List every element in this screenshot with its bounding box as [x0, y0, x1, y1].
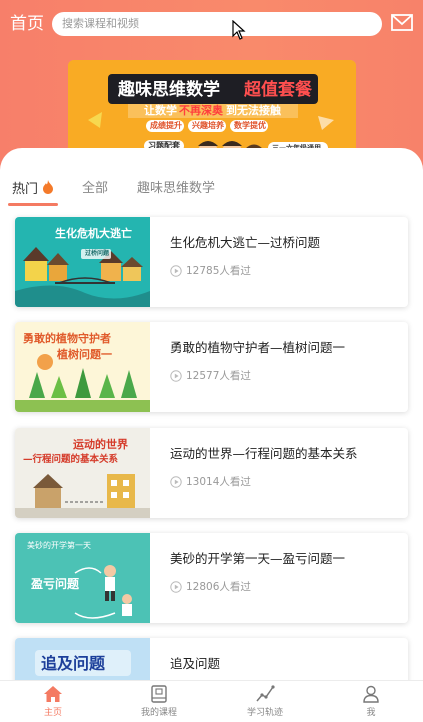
tab-hot[interactable]: 热门	[12, 180, 54, 199]
banner-pill-2: 兴趣培养	[192, 121, 224, 130]
search-placeholder: 搜索课程和视频	[62, 17, 139, 30]
thumb-title: 美砂的开学第一天	[27, 541, 91, 550]
banner-subtitle-b: 不再深奥	[179, 104, 223, 117]
thumb-title: 生化危机大逃亡	[55, 227, 132, 240]
page-title: 首页	[10, 14, 44, 34]
play-icon	[170, 581, 182, 593]
tabbar-label: 我的课程	[140, 708, 177, 718]
tab-all[interactable]: 全部	[82, 180, 108, 198]
course-card[interactable]: 美砂的开学第一天 盈亏问题 美砂的开学第一天—盈亏问题一 12806人看过	[15, 533, 408, 623]
tabbar-item-learning-track[interactable]: 学习轨迹	[212, 681, 318, 722]
course-card[interactable]: 生化危机大逃亡 过桥问题 生化危机大逃亡—过桥问题 12785人看过	[15, 217, 408, 307]
banner-badge: 超值套餐	[244, 80, 312, 100]
thumb-subtitle: —行程问题的基本关系	[23, 454, 119, 465]
thumb-title: 运动的世界	[73, 438, 128, 451]
mail-icon[interactable]	[390, 12, 414, 34]
top-bar: 首页 搜索课程和视频	[0, 0, 423, 48]
tab-active-indicator	[8, 203, 58, 206]
bottom-tab-bar: 主页 我的课程 学习轨迹 我	[0, 680, 423, 722]
banner-pill-3: 数学提优	[234, 121, 266, 130]
tabbar-item-home[interactable]: 主页	[0, 681, 106, 722]
view-count-text: 12806人看过	[186, 581, 251, 593]
course-card[interactable]: 勇敢的植物守护者 植树问题一 勇敢的植物守护者—植树问题一 12577人看过	[15, 322, 408, 412]
play-icon	[170, 476, 182, 488]
category-tabs: 热门 全部 趣味思维数学	[0, 176, 423, 206]
course-title: 追及问题	[170, 656, 221, 671]
course-card[interactable]: 运动的世界 —行程问题的基本关系 运动的世界—行程问题的基本关系 13014人看…	[15, 428, 408, 518]
trend-icon	[256, 685, 275, 702]
tabbar-label: 主页	[43, 708, 62, 718]
user-icon	[363, 685, 379, 703]
thumb-title: 勇敢的植物守护者	[23, 332, 111, 345]
thumb-subtitle: 盈亏问题	[31, 577, 80, 591]
banner-pill-1: 成绩提升	[150, 121, 182, 130]
banner-title: 趣味思维数学	[118, 80, 220, 100]
tab-fun-math[interactable]: 趣味思维数学	[137, 180, 215, 198]
tabbar-item-my-courses[interactable]: 我的课程	[106, 681, 212, 722]
play-icon	[170, 265, 182, 277]
course-title: 运动的世界—行程问题的基本关系	[170, 446, 358, 461]
course-thumbnail: 运动的世界 —行程问题的基本关系	[15, 428, 150, 518]
course-title: 勇敢的植物守护者—植树问题一	[170, 340, 346, 355]
course-title: 美砂的开学第一天—盈亏问题一	[170, 551, 346, 566]
tabbar-label: 我	[366, 708, 376, 718]
view-count-text: 13014人看过	[186, 476, 251, 488]
book-icon	[151, 685, 167, 703]
home-icon	[44, 686, 62, 702]
mouse-cursor-icon	[232, 20, 246, 40]
thumb-subtitle: 过桥问题	[85, 250, 110, 257]
tab-hot-label: 热门	[12, 182, 39, 197]
course-thumbnail: 美砂的开学第一天 盈亏问题	[15, 533, 150, 623]
course-title: 生化危机大逃亡—过桥问题	[170, 235, 321, 250]
thumb-title: 追及问题	[41, 654, 106, 673]
play-icon	[170, 370, 182, 382]
thumb-subtitle: 植树问题一	[57, 348, 112, 361]
fire-icon	[43, 180, 54, 194]
course-thumbnail: 生化危机大逃亡 过桥问题	[15, 217, 150, 307]
view-count-text: 12577人看过	[186, 370, 251, 382]
course-thumbnail: 勇敢的植物守护者 植树问题一	[15, 322, 150, 412]
search-input[interactable]: 搜索课程和视频	[52, 12, 382, 36]
tabbar-item-me[interactable]: 我	[318, 681, 423, 722]
banner-subtitle-a: 让数学	[144, 104, 177, 117]
tabbar-label: 学习轨迹	[246, 708, 283, 718]
view-count-text: 12785人看过	[186, 265, 251, 277]
banner-subtitle-c: 到无法接触	[226, 104, 281, 117]
